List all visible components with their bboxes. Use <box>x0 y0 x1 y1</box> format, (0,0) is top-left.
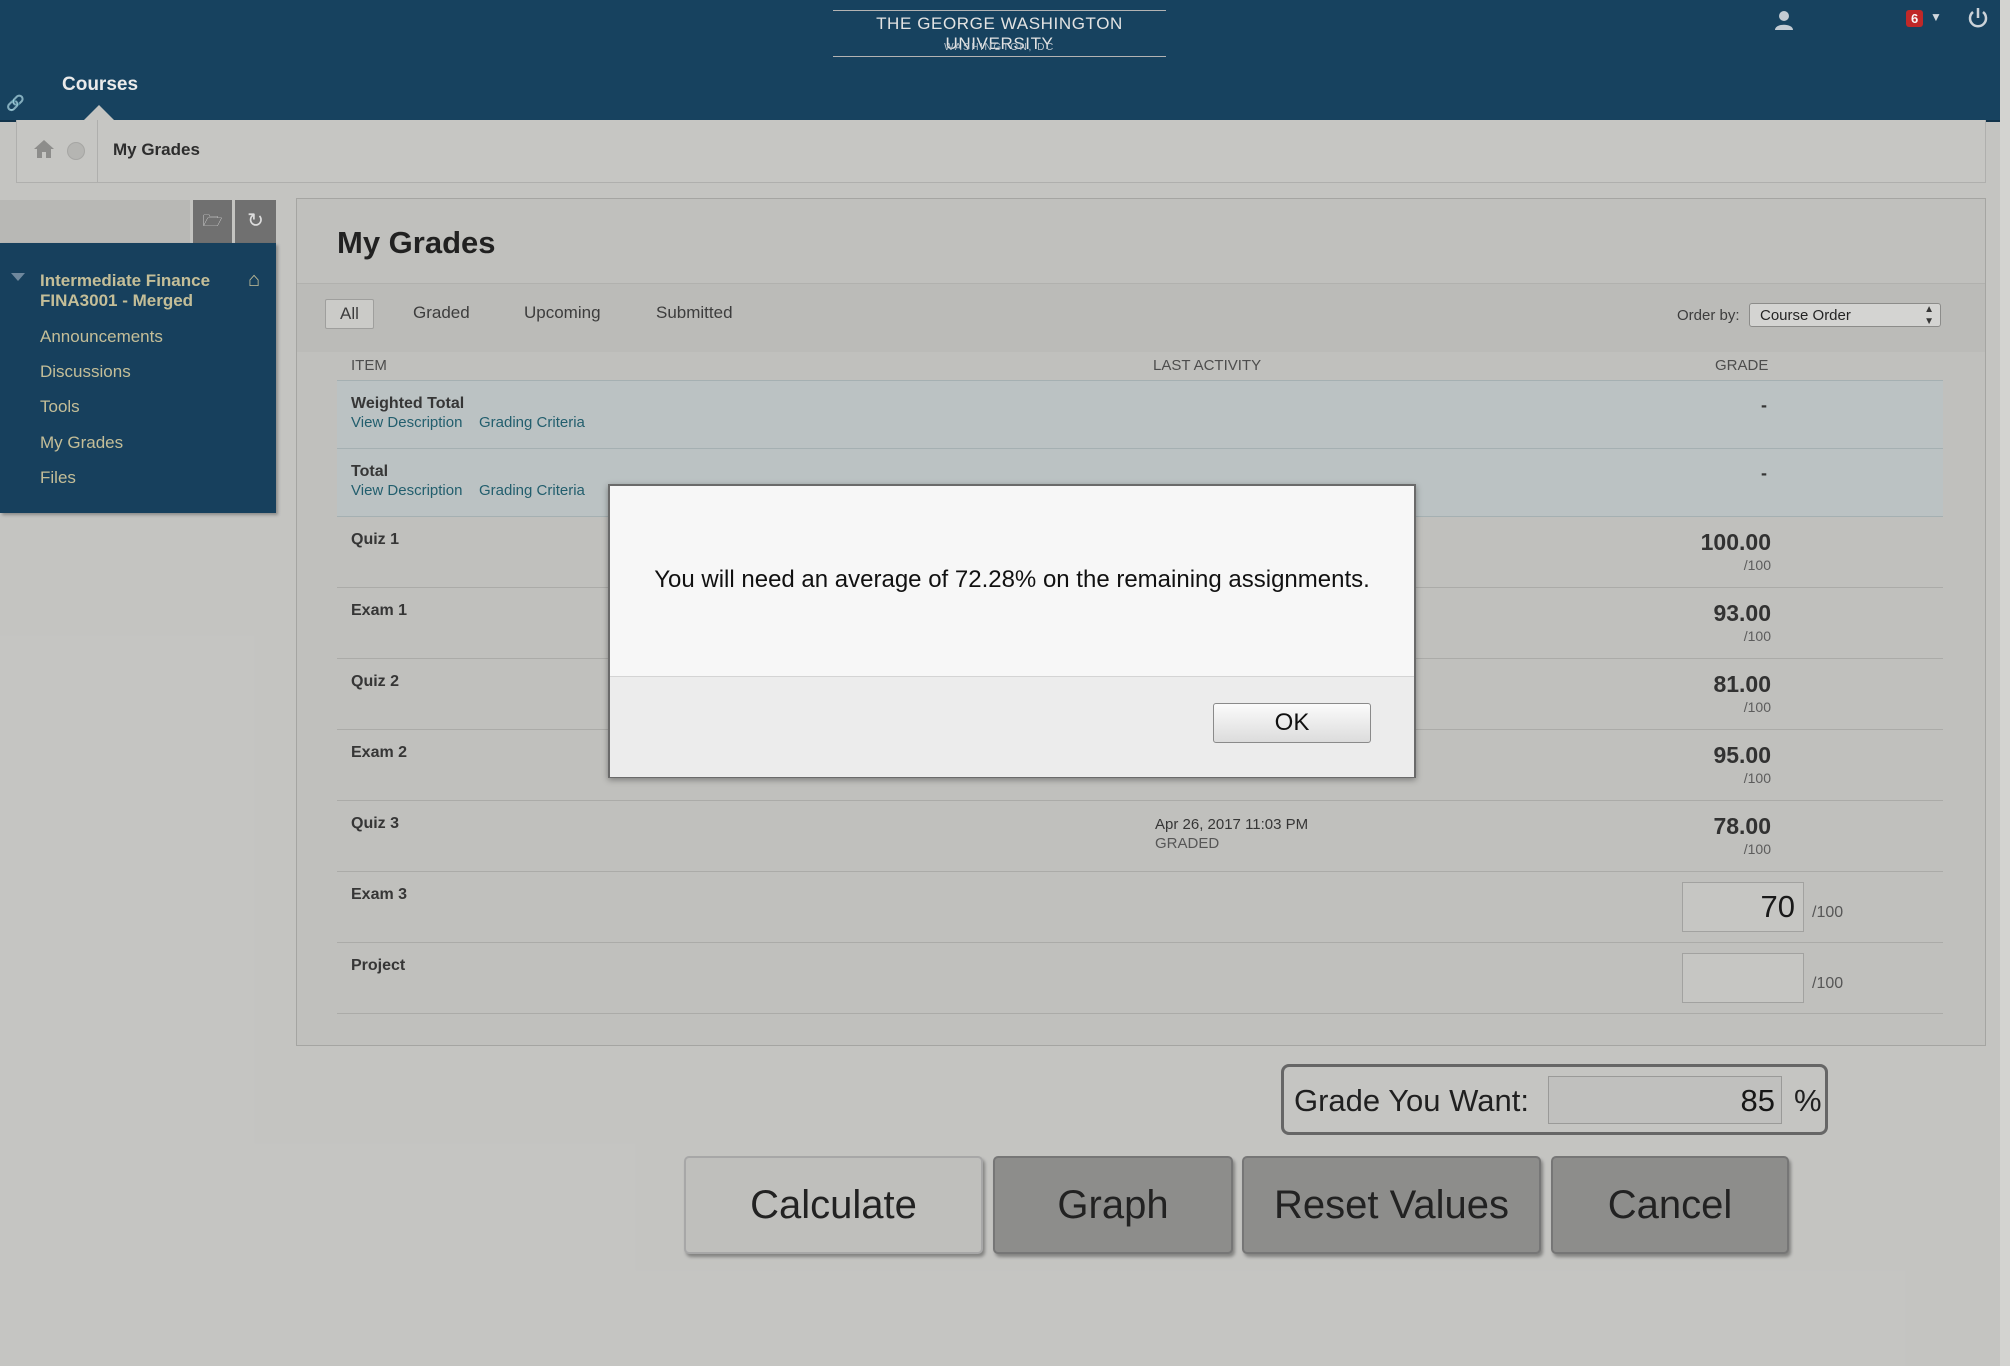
alert-dialog: You will need an average of 72.28% on th… <box>608 484 1416 778</box>
ok-button[interactable]: OK <box>1213 703 1371 743</box>
dialog-footer: OK <box>610 676 1414 777</box>
dialog-message: You will need an average of 72.28% on th… <box>654 566 1370 593</box>
